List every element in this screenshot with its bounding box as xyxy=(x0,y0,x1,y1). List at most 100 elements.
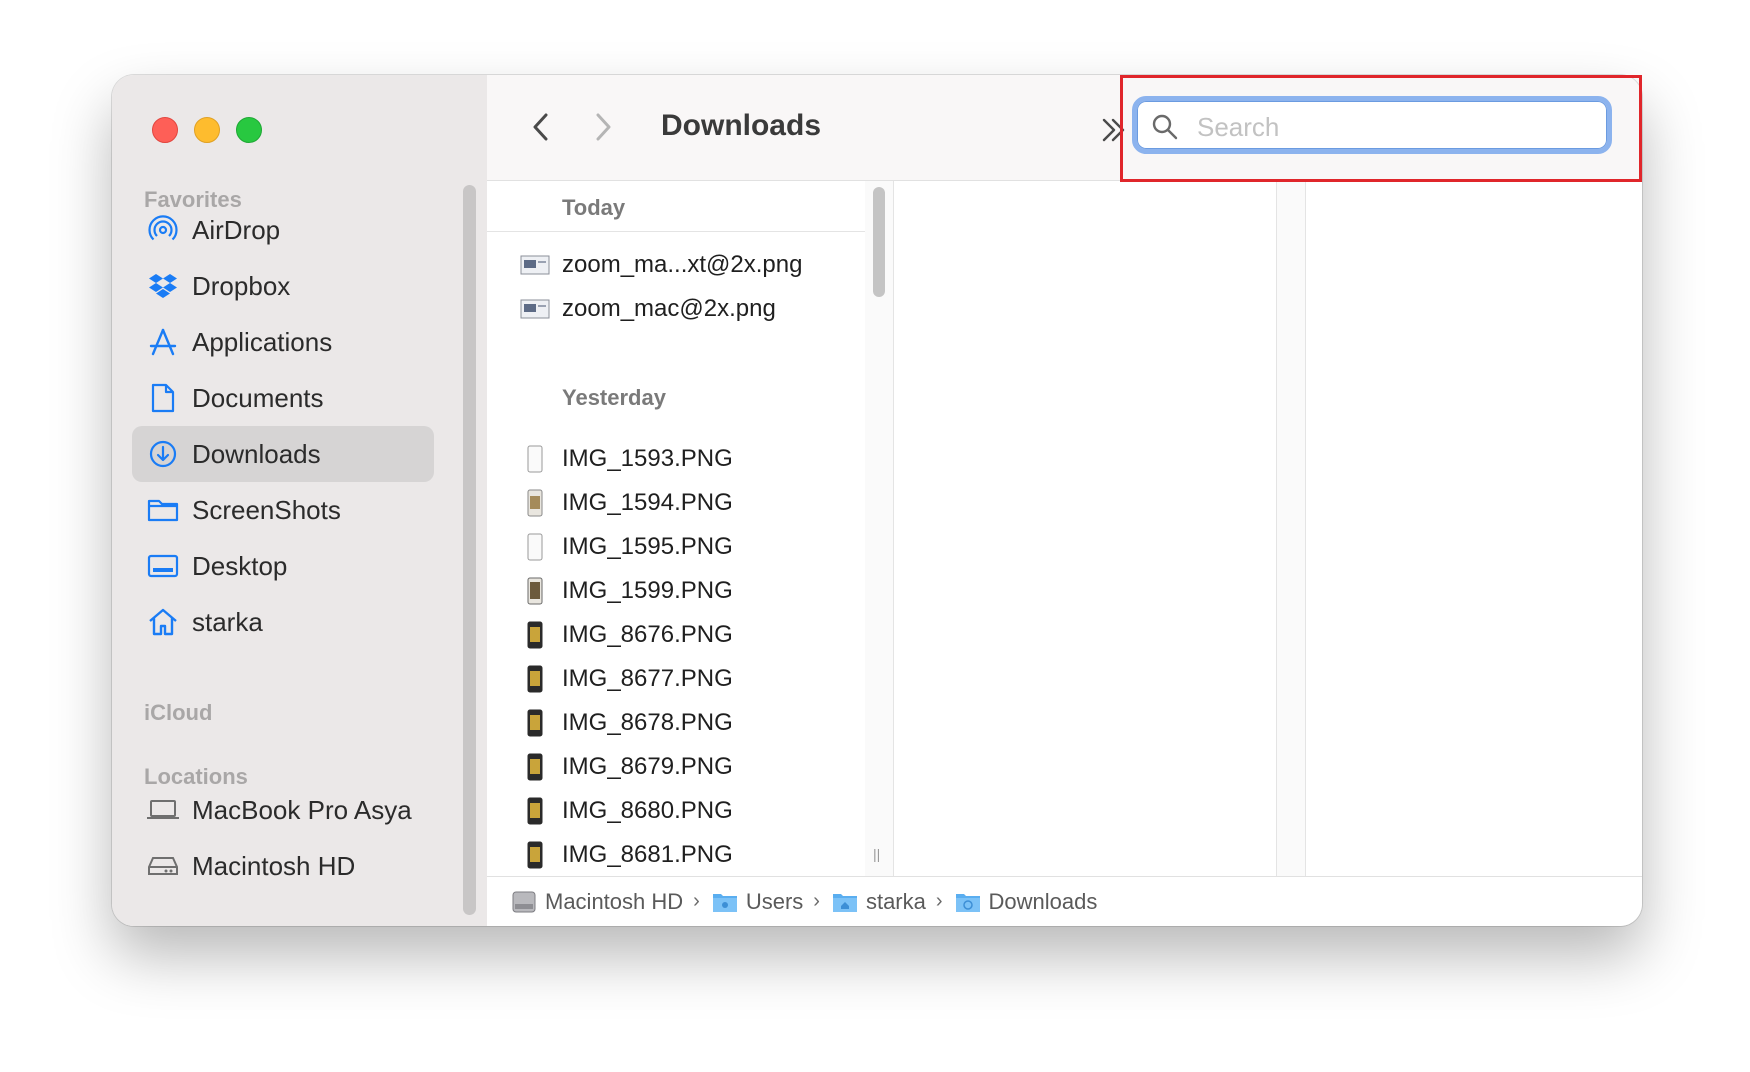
file-name: IMG_8676.PNG xyxy=(562,621,733,648)
dropbox-icon xyxy=(146,269,180,303)
file-row[interactable]: zoom_mac@2x.png xyxy=(487,287,865,331)
file-row[interactable]: IMG_8679.PNG xyxy=(487,745,865,789)
document-icon xyxy=(146,381,180,415)
sidebar-item-label: Documents xyxy=(192,382,324,413)
crumb-label: Macintosh HD xyxy=(545,888,684,914)
search-input[interactable] xyxy=(1195,107,1589,147)
group-label: Yesterday xyxy=(562,385,666,410)
minimize-button[interactable] xyxy=(194,117,220,143)
file-name: IMG_1594.PNG xyxy=(562,489,733,516)
image-thumbnail-icon xyxy=(520,249,550,281)
sidebar-item-label: Applications xyxy=(192,326,333,357)
file-row[interactable]: zoom_ma...xt@2x.png xyxy=(487,243,865,287)
image-thumbnail-icon xyxy=(520,293,550,325)
sidebar-item-downloads[interactable]: Downloads xyxy=(132,426,434,482)
group-header-yesterday: Yesterday xyxy=(487,371,865,421)
file-row[interactable]: IMG_1594.PNG xyxy=(487,481,865,525)
sidebar-item-home[interactable]: starka xyxy=(132,594,434,650)
crumb-label: Users xyxy=(745,888,804,914)
back-button[interactable] xyxy=(525,109,555,145)
sidebar-item-macbook[interactable]: MacBook Pro Asya xyxy=(132,782,434,838)
sidebar-item-desktop[interactable]: Desktop xyxy=(132,538,434,594)
file-row[interactable]: IMG_8680.PNG xyxy=(487,789,865,833)
phone-screenshot-icon xyxy=(520,619,550,651)
file-row[interactable]: IMG_8678.PNG xyxy=(487,701,865,745)
chevron-right-icon: › xyxy=(935,890,943,912)
phone-screenshot-icon xyxy=(520,575,550,607)
sidebar-section-icloud: iCloud xyxy=(144,700,213,725)
sidebar-scrollbar[interactable] xyxy=(463,185,476,915)
zoom-button[interactable] xyxy=(236,117,262,143)
file-name: IMG_1599.PNG xyxy=(562,577,733,604)
file-name: zoom_ma...xt@2x.png xyxy=(562,251,803,278)
desktop-icon xyxy=(146,549,180,583)
path-crumb-users[interactable]: Users xyxy=(712,889,803,915)
sidebar-item-label: AirDrop xyxy=(192,214,281,245)
sidebar-item-documents[interactable]: Documents xyxy=(132,370,434,426)
phone-screenshot-icon xyxy=(520,751,550,783)
file-name: IMG_8680.PNG xyxy=(562,797,733,824)
empty-column xyxy=(1306,181,1642,876)
airdrop-icon xyxy=(146,213,180,247)
applications-icon xyxy=(146,325,180,359)
sidebar-item-label: ScreenShots xyxy=(192,494,341,525)
sidebar-item-macintosh-hd[interactable]: Macintosh HD xyxy=(132,838,434,894)
forward-button[interactable] xyxy=(589,109,619,145)
sidebar: Favorites AirDrop Dropbox Applications D… xyxy=(112,75,488,926)
finder-window: Favorites AirDrop Dropbox Applications D… xyxy=(112,75,1642,926)
sidebar-item-applications[interactable]: Applications xyxy=(132,314,434,370)
crumb-label: Downloads xyxy=(988,888,1098,914)
toolbar-overflow-button[interactable] xyxy=(1099,115,1129,145)
column-resize-handle[interactable]: || xyxy=(873,846,880,862)
downloads-icon xyxy=(146,437,180,471)
laptop-icon xyxy=(146,793,180,827)
phone-screenshot-icon xyxy=(520,487,550,519)
group-header-today: Today xyxy=(487,181,865,232)
chevron-right-icon: › xyxy=(813,890,820,912)
file-row[interactable]: IMG_1599.PNG xyxy=(487,569,865,613)
file-name: IMG_1595.PNG xyxy=(562,533,733,560)
path-bar: Macintosh HD › Users › starka › Download… xyxy=(487,876,1642,926)
preview-column xyxy=(894,181,1277,876)
sidebar-item-airdrop[interactable]: AirDrop xyxy=(132,202,434,258)
downloads-folder-icon xyxy=(955,891,981,913)
column-scrollbar[interactable]: || xyxy=(865,181,894,876)
phone-screenshot-icon xyxy=(520,707,550,739)
phone-screenshot-icon xyxy=(520,531,550,563)
chevron-right-icon: › xyxy=(693,890,700,912)
chevron-right-icon xyxy=(596,113,611,141)
sidebar-item-label: MacBook Pro Asya xyxy=(192,794,412,825)
file-row[interactable]: IMG_1593.PNG xyxy=(487,437,865,481)
hard-drive-icon xyxy=(146,849,180,883)
sidebar-item-label: Macintosh HD xyxy=(192,850,356,881)
window-title: Downloads xyxy=(661,109,822,142)
sidebar-item-label: Dropbox xyxy=(192,270,291,301)
close-button[interactable] xyxy=(152,117,178,143)
home-icon xyxy=(146,605,180,639)
file-row[interactable]: IMG_1595.PNG xyxy=(487,525,865,569)
home-folder-icon xyxy=(832,891,858,913)
file-row[interactable]: IMG_8676.PNG xyxy=(487,613,865,657)
sidebar-item-label: starka xyxy=(192,606,263,637)
double-chevron-icon xyxy=(1102,118,1125,142)
path-crumb-downloads[interactable]: Downloads xyxy=(955,888,1098,915)
file-name: IMG_8678.PNG xyxy=(562,709,733,736)
path-crumb-macintosh-hd[interactable]: Macintosh HD xyxy=(511,889,683,915)
scroll-thumb[interactable] xyxy=(873,187,885,297)
file-row[interactable]: IMG_8681.PNG xyxy=(487,833,865,876)
file-name: IMG_1593.PNG xyxy=(562,445,733,472)
file-row[interactable]: IMG_8677.PNG xyxy=(487,657,865,701)
sidebar-item-dropbox[interactable]: Dropbox xyxy=(132,258,434,314)
file-name: IMG_8677.PNG xyxy=(562,665,733,692)
path-crumb-starka[interactable]: starka xyxy=(832,889,926,915)
chevron-left-icon xyxy=(533,113,548,141)
folder-icon xyxy=(712,891,738,913)
phone-screenshot-icon xyxy=(520,443,550,475)
phone-screenshot-icon xyxy=(520,663,550,695)
column-divider[interactable] xyxy=(1277,181,1306,876)
window-controls xyxy=(152,117,262,143)
search-field[interactable] xyxy=(1132,96,1612,154)
file-name: zoom_mac@2x.png xyxy=(562,295,776,322)
sidebar-item-screenshots[interactable]: ScreenShots xyxy=(132,482,434,538)
phone-screenshot-icon xyxy=(520,839,550,871)
